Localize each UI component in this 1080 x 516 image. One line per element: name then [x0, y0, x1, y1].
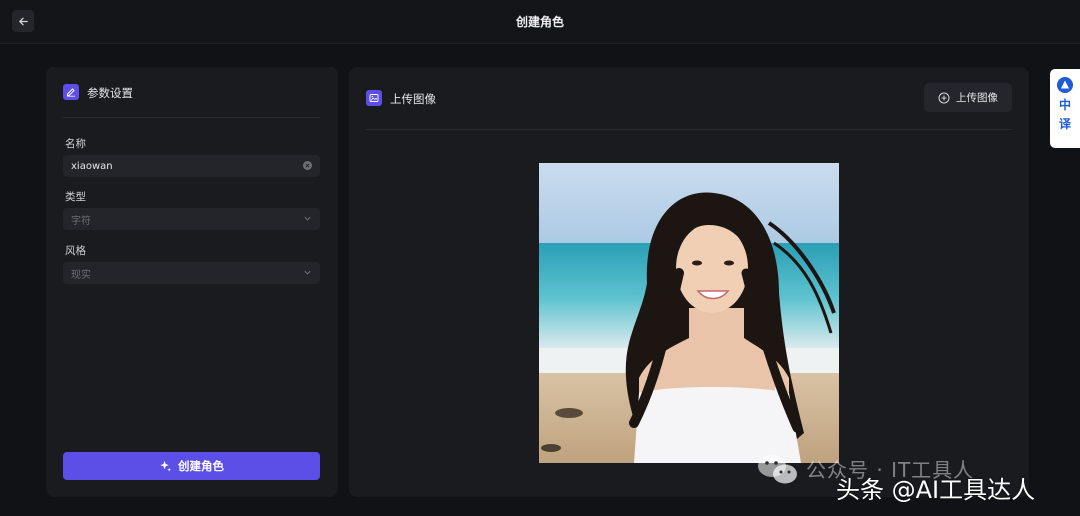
watermark-line-2: 头条 @AI工具达人 — [836, 476, 1036, 504]
sparkle-icon — [160, 460, 172, 472]
chevron-down-icon — [304, 216, 311, 221]
clear-icon[interactable] — [303, 161, 312, 170]
wechat-icon — [758, 455, 797, 484]
name-label: 名称 — [65, 138, 86, 150]
panel-title: 参数设置 — [87, 86, 133, 100]
divider — [63, 117, 320, 118]
uploaded-image-preview — [539, 163, 839, 463]
upload-button-label: 上传图像 — [956, 92, 998, 104]
name-input[interactable]: xiaowan — [63, 155, 320, 177]
style-placeholder: 现实 — [71, 269, 91, 281]
upload-image-button[interactable]: 上传图像 — [924, 83, 1012, 112]
translate-char-yi: 译 — [1058, 117, 1071, 131]
type-label: 类型 — [65, 191, 86, 203]
divider — [366, 129, 1012, 130]
plus-circle-icon — [938, 92, 950, 103]
parameter-settings-panel: 参数设置 名称 xiaowan 类型 字符 风格 现实 创建角色 — [46, 67, 338, 497]
translate-side-tab[interactable]: 中 译 — [1050, 69, 1080, 148]
panel-title: 上传图像 — [390, 92, 436, 106]
image-icon — [366, 90, 382, 106]
create-character-button[interactable]: 创建角色 — [63, 452, 320, 480]
edit-icon — [63, 84, 79, 100]
type-select[interactable]: 字符 — [63, 208, 320, 230]
page-title: 创建角色 — [515, 15, 564, 29]
watermark: 公众号 · IT工具人 头条 @AI工具达人 — [756, 448, 1076, 508]
translate-char-zhong: 中 — [1058, 98, 1071, 112]
translate-logo-icon — [1057, 77, 1073, 93]
top-bar: 创建角色 — [0, 0, 1080, 44]
style-label: 风格 — [65, 245, 86, 257]
type-placeholder: 字符 — [71, 215, 91, 227]
style-select[interactable]: 现实 — [63, 262, 320, 284]
upload-image-panel: 上传图像 上传图像 — [349, 67, 1029, 497]
create-button-label: 创建角色 — [178, 459, 224, 473]
name-value: xiaowan — [71, 160, 113, 172]
chevron-down-icon — [304, 270, 311, 275]
